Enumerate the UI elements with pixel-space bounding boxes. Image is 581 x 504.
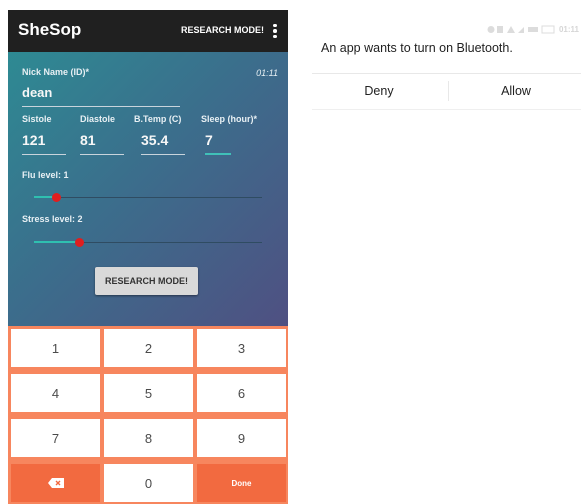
sleep-underline <box>205 153 231 155</box>
allow-button[interactable]: Allow <box>449 76 581 106</box>
numeric-keypad: 1 2 3 4 5 6 7 8 9 0 Done <box>8 326 288 504</box>
status-icons <box>487 25 555 34</box>
dialog-message: An app wants to turn on Bluetooth. <box>321 41 513 55</box>
app-bar: SheSop RESEARCH MODE! <box>8 10 288 52</box>
more-vert-icon[interactable] <box>272 22 278 40</box>
backspace-icon <box>47 478 64 488</box>
stress-slider-fill <box>34 241 80 243</box>
key-5[interactable]: 5 <box>104 374 193 412</box>
form-area: Nick Name (ID)* 01:11 dean Sistole Diast… <box>8 52 288 326</box>
dialog-bottom-divider <box>312 109 581 110</box>
nickname-field[interactable]: dean <box>22 85 52 100</box>
nickname-label: Nick Name (ID)* <box>22 67 90 77</box>
app-screen: SheSop RESEARCH MODE! Nick Name (ID)* 01… <box>8 10 288 504</box>
sistole-field[interactable]: 121 <box>22 132 45 148</box>
bluetooth-dialog-screen: 01:11 An app wants to turn on Bluetooth.… <box>312 22 581 504</box>
done-key[interactable]: Done <box>197 464 286 502</box>
sleep-field[interactable]: 7 <box>205 132 213 148</box>
status-bar: 01:11 <box>487 25 579 34</box>
key-0[interactable]: 0 <box>104 464 193 502</box>
dialog-divider <box>312 73 581 74</box>
status-time: 01:11 <box>558 25 579 34</box>
key-9[interactable]: 9 <box>197 419 286 457</box>
research-mode-button[interactable]: RESEARCH MODE! <box>95 267 198 295</box>
key-8[interactable]: 8 <box>104 419 193 457</box>
stress-level-label: Stress level: 2 <box>22 214 83 224</box>
key-2[interactable]: 2 <box>104 329 193 367</box>
diastole-label: Diastole <box>80 114 116 124</box>
app-title: SheSop <box>18 20 82 39</box>
key-6[interactable]: 6 <box>197 374 286 412</box>
sistole-label: Sistole <box>22 114 52 124</box>
key-1[interactable]: 1 <box>11 329 100 367</box>
diastole-field[interactable]: 81 <box>80 132 96 148</box>
sistole-underline <box>22 154 66 155</box>
research-mode-action[interactable]: RESEARCH MODE! <box>181 25 264 35</box>
flu-level-label: Flu level: 1 <box>22 170 69 180</box>
btemp-field[interactable]: 35.4 <box>141 132 168 148</box>
nickname-underline <box>22 106 180 107</box>
stress-slider-thumb[interactable] <box>75 238 84 247</box>
btemp-label: B.Temp (C) <box>134 114 182 124</box>
flu-slider-track <box>34 197 262 198</box>
deny-button[interactable]: Deny <box>312 76 446 106</box>
key-4[interactable]: 4 <box>11 374 100 412</box>
backspace-key[interactable] <box>11 464 100 502</box>
btemp-underline <box>141 154 185 155</box>
key-3[interactable]: 3 <box>197 329 286 367</box>
key-7[interactable]: 7 <box>11 419 100 457</box>
time-label: 01:11 <box>256 68 278 78</box>
flu-slider-thumb[interactable] <box>52 193 61 202</box>
diastole-underline <box>80 154 124 155</box>
sleep-label: Sleep (hour)* <box>201 114 258 124</box>
